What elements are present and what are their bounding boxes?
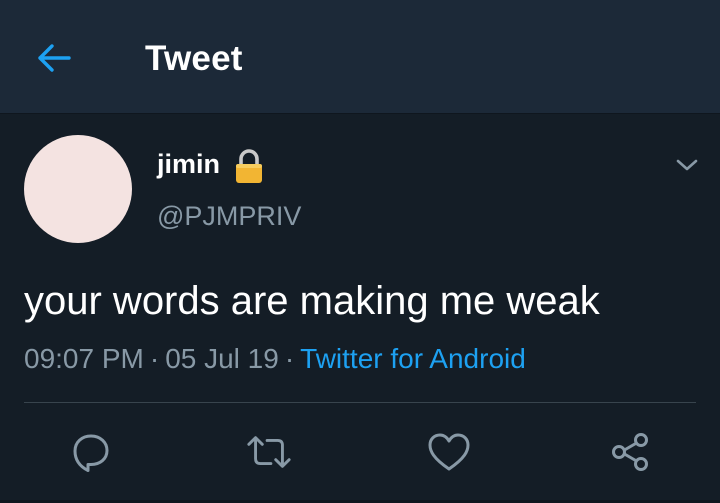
chevron-down-icon bbox=[676, 159, 698, 171]
reply-icon bbox=[73, 434, 109, 472]
tweet-source-link[interactable]: Twitter for Android bbox=[300, 343, 526, 374]
author-handle[interactable]: @PJMPRIV bbox=[157, 198, 301, 234]
divider bbox=[24, 402, 696, 403]
like-button[interactable] bbox=[425, 428, 473, 476]
like-icon bbox=[428, 433, 470, 471]
tweet-time: 09:07 PM bbox=[24, 343, 144, 374]
tweet-text: your words are making me weak bbox=[24, 279, 600, 323]
lock-icon bbox=[236, 149, 262, 183]
retweet-button[interactable] bbox=[245, 428, 293, 476]
tweet-menu-button[interactable] bbox=[670, 148, 704, 182]
top-app-bar: Tweet bbox=[0, 0, 720, 114]
avatar[interactable] bbox=[24, 135, 132, 243]
retweet-icon bbox=[247, 436, 291, 468]
reply-button[interactable] bbox=[67, 428, 115, 476]
page-title: Tweet bbox=[145, 39, 243, 78]
share-icon bbox=[612, 433, 648, 471]
share-button[interactable] bbox=[606, 428, 654, 476]
back-button[interactable] bbox=[26, 32, 82, 84]
meta-separator: · bbox=[149, 343, 160, 374]
meta-separator: · bbox=[284, 343, 295, 374]
tweet-date: 05 Jul 19 bbox=[165, 343, 279, 374]
arrow-left-icon bbox=[38, 44, 71, 72]
author-display-name[interactable]: jimin bbox=[157, 146, 220, 182]
tweet-meta: 09:07 PM · 05 Jul 19 · Twitter for Android bbox=[24, 340, 526, 378]
